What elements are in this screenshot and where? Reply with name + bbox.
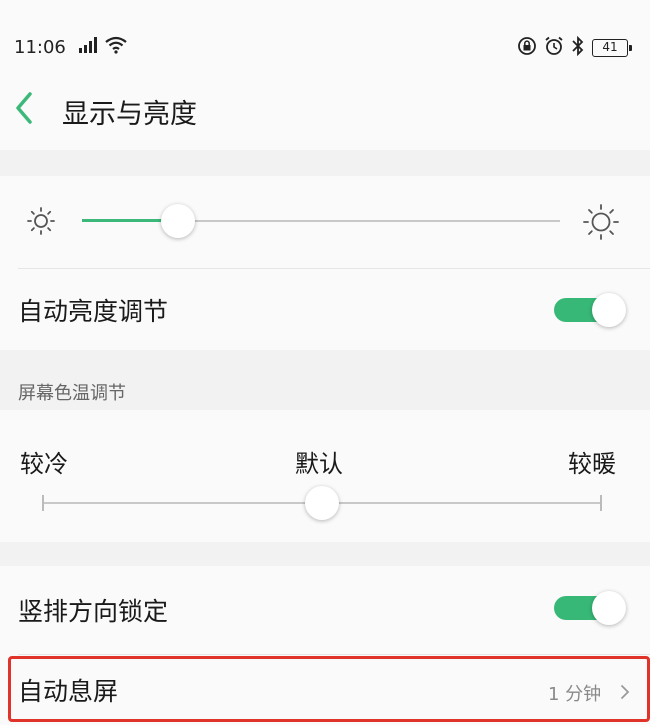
highlight-box	[8, 656, 650, 722]
title-bar: 显示与亮度	[0, 75, 650, 150]
status-right-icons: 41	[517, 35, 632, 60]
sun-small-icon	[26, 206, 56, 240]
wifi-icon	[104, 36, 128, 58]
slider-end-tick-right	[600, 495, 602, 511]
color-temp-card: 较冷 默认 较暖	[0, 410, 650, 542]
color-temp-slider-thumb[interactable]	[305, 486, 339, 520]
signal-icon	[78, 36, 100, 58]
brightness-card: 自动亮度调节	[0, 176, 650, 350]
warmer-label: 较暖	[568, 450, 616, 478]
slider-end-tick-left	[42, 495, 44, 511]
status-time: 11:06	[14, 37, 66, 58]
bluetooth-icon	[571, 35, 585, 60]
brightness-slider-thumb[interactable]	[160, 204, 195, 238]
toggle-thumb	[592, 591, 626, 625]
orientation-lock-label: 竖排方向锁定	[18, 597, 169, 626]
battery-icon: 41	[592, 39, 632, 57]
alarm-icon	[544, 36, 564, 60]
cooler-label: 较冷	[20, 450, 68, 478]
toggle-thumb	[592, 293, 626, 327]
divider	[18, 654, 650, 655]
divider	[18, 268, 650, 269]
lock-rotation-icon	[517, 36, 537, 60]
status-bar: 11:06 41	[0, 0, 650, 75]
default-label: 默认	[295, 450, 343, 478]
orientation-lock-toggle[interactable]	[554, 591, 628, 625]
color-temp-slider[interactable]	[42, 480, 602, 526]
chevron-left-icon[interactable]	[10, 90, 40, 126]
page-title: 显示与亮度	[62, 99, 197, 130]
auto-brightness-label: 自动亮度调节	[18, 297, 169, 326]
brightness-slider[interactable]	[82, 196, 560, 246]
status-left-icons	[78, 36, 128, 58]
sun-large-icon	[582, 203, 620, 245]
section-header-color-temp: 屏幕色温调节	[18, 383, 126, 404]
auto-brightness-toggle[interactable]	[554, 293, 628, 327]
